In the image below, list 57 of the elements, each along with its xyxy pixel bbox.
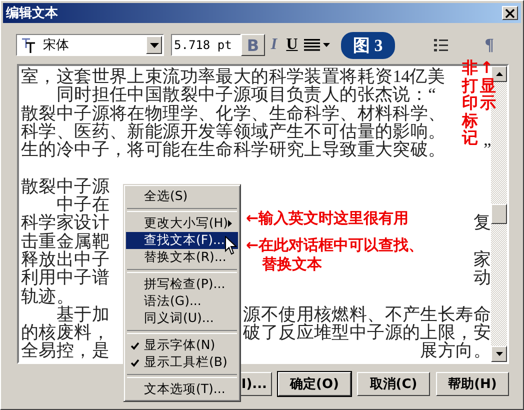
text-line: 复 <box>473 213 491 232</box>
menu-item[interactable]: 显示字体(N) <box>126 337 238 354</box>
scrollbar-thumb[interactable] <box>491 204 507 224</box>
align-icon <box>304 39 330 51</box>
menu-item[interactable]: 更改大小写(H) <box>126 215 238 232</box>
text-line: 动 <box>473 268 491 287</box>
menu-item[interactable]: 替换文本(R)... <box>126 249 238 266</box>
text-line: 同时担任中国散裂中子源项目负责人的张杰说：“ <box>55 85 436 104</box>
dropdown-arrow-icon <box>150 42 158 48</box>
text-line: 科学家设计 <box>21 213 110 232</box>
text-line: 散裂中子源将在物理学、化学、生命科学、材料科学、 <box>21 104 446 122</box>
menu-item[interactable]: 拼写检查(P)... <box>126 276 238 293</box>
checkmark-icon <box>131 358 139 366</box>
list-icon <box>434 38 448 52</box>
menu-item[interactable]: 全选(S) <box>126 188 238 205</box>
text-line: 室，这套世界上束流功率最大的科学装置将耗资14亿美 <box>21 67 446 86</box>
text-line: 展方向。 <box>420 341 491 360</box>
figure-label: 图 3 <box>341 32 395 58</box>
text-line: 的核废料， <box>21 323 110 342</box>
close-icon <box>505 8 515 18</box>
text-line: 基于加 <box>56 304 110 324</box>
dialog-button[interactable]: 帮助(H) <box>436 372 509 396</box>
annotation-text: ←在此对话框中可以查找、 替换文本 <box>246 236 424 274</box>
text-line: 散裂中子源 <box>21 176 110 196</box>
text-line: 利用中子谱 <box>21 268 110 287</box>
submenu-arrow-icon <box>228 220 232 227</box>
text-line: 击重金属靶 <box>21 232 110 250</box>
annotation-text: ←输入英文时这里很有用 <box>246 209 409 228</box>
menu-item[interactable]: 语法(G)... <box>126 293 238 310</box>
text-line: 家 <box>473 250 491 268</box>
mouse-cursor-icon <box>225 236 237 255</box>
menu-item[interactable]: 同义词(U)... <box>126 310 238 327</box>
text-line: 生的冷中子，将可能在生命科学研究上导致重大突破。 <box>21 140 446 158</box>
dialog-button[interactable]: 确定(O) <box>278 372 351 396</box>
text-line: 全易控，是 <box>21 341 110 360</box>
annotation-text: 非打印标记 <box>462 59 478 147</box>
text-line: 释放出中子 <box>21 250 110 268</box>
underline-button[interactable]: U <box>283 34 301 56</box>
scroll-down-icon <box>496 352 502 356</box>
scroll-up-icon <box>496 72 502 76</box>
font-size-field[interactable]: 5.718 pt <box>171 34 241 56</box>
menu-item[interactable]: 显示工具栏(B) <box>126 354 238 371</box>
text-line: ” <box>484 140 491 158</box>
text-line: 中子在 <box>56 195 110 214</box>
checkmark-icon <box>131 342 139 350</box>
text-line: 轨迹。 <box>21 286 74 305</box>
scroll-down-button[interactable] <box>491 346 507 362</box>
menu-item[interactable]: 查找文本(F)... <box>126 232 238 249</box>
annotation-text: ↑显示 <box>480 59 496 112</box>
text-line: 源不使用核燃料、不产生长寿命 <box>243 304 491 324</box>
window-title: 编辑文本 <box>6 4 58 22</box>
text-line: 破了反应堆型中子源的上限，安 <box>243 323 491 342</box>
dialog-button[interactable]: 取消(C) <box>357 372 430 396</box>
truetype-icon <box>21 36 37 54</box>
close-button[interactable] <box>502 6 518 20</box>
text-line: 科学、医药、新能源开发等领域产生不可估量的影响。 <box>21 122 446 140</box>
font-dropdown[interactable]: 宋体 <box>16 34 164 56</box>
